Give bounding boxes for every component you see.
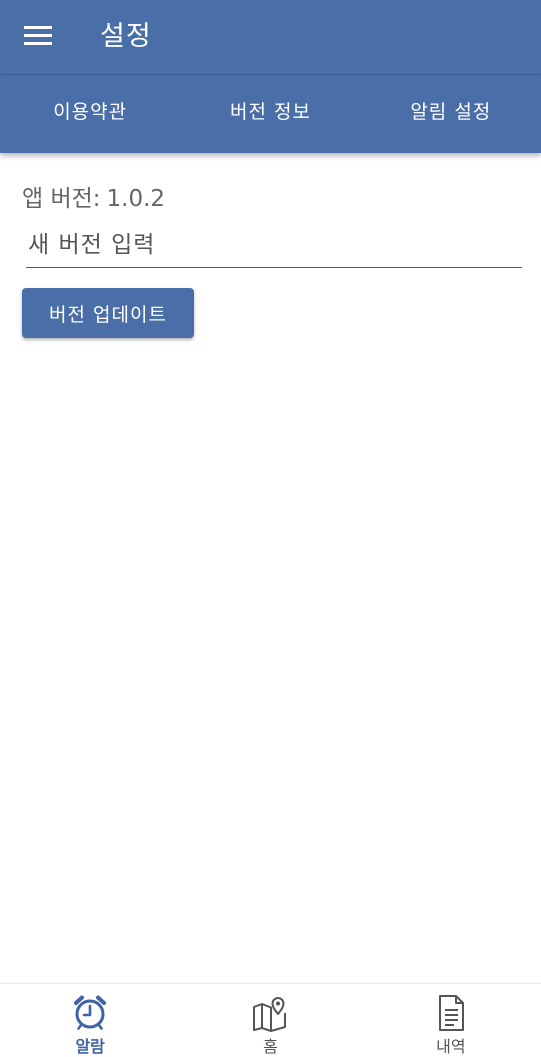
nav-label-alarm: 알람	[75, 1037, 105, 1056]
update-version-button[interactable]: 버전 업데이트	[22, 288, 194, 338]
menu-button[interactable]	[20, 18, 56, 54]
page-title: 설정	[100, 21, 152, 52]
app-root: 설정 이용약관 버전 정보 알림 설정 앱 버전:1.0.2 버전 업데이트 알	[0, 0, 541, 1057]
app-bar: 설정	[0, 0, 541, 75]
nav-item-home[interactable]: 홈	[180, 984, 360, 1057]
nav-item-history[interactable]: 내역	[361, 984, 541, 1057]
nav-item-alarm[interactable]: 알람	[0, 984, 180, 1057]
new-version-input[interactable]	[26, 227, 522, 267]
tab-terms[interactable]: 이용약관	[0, 75, 180, 153]
bottom-navigation: 알람 홈 내역	[0, 983, 541, 1057]
hamburger-menu-icon	[24, 26, 52, 45]
map-pin-icon	[253, 997, 287, 1032]
app-version-label: 앱 버전	[22, 186, 93, 212]
app-version-colon: :	[92, 186, 101, 212]
nav-label-home: 홈	[263, 1037, 278, 1056]
alarm-clock-icon	[74, 995, 107, 1030]
tab-version-info[interactable]: 버전 정보	[180, 75, 360, 153]
nav-label-history: 내역	[436, 1037, 466, 1056]
new-version-field	[26, 227, 522, 268]
app-version-value: 1.0.2	[106, 186, 166, 212]
tab-bar: 이용약관 버전 정보 알림 설정	[0, 75, 541, 153]
app-version-line: 앱 버전: 1.0.2	[22, 179, 165, 213]
tab-notification-settings[interactable]: 알림 설정	[361, 75, 541, 153]
document-icon	[438, 995, 464, 1031]
